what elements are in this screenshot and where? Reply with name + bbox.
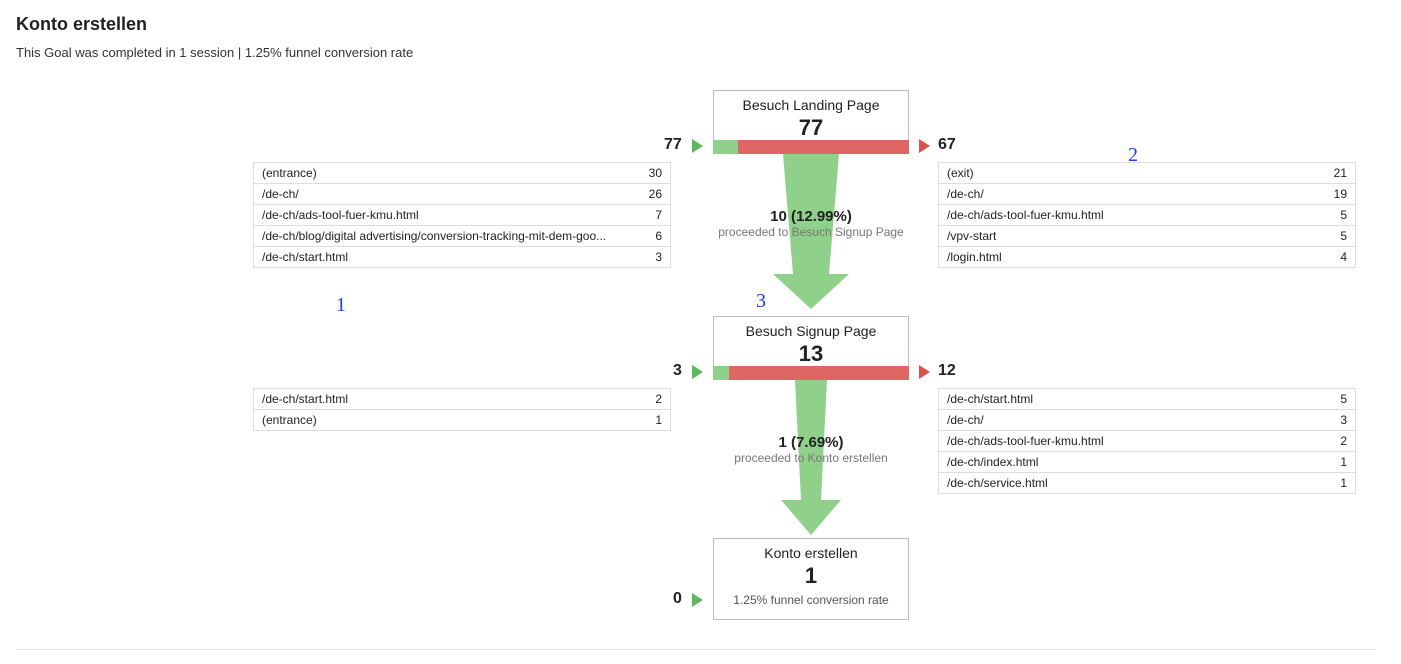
step-1-in-count: 77 (664, 136, 682, 154)
step-name: Konto erstellen (718, 545, 904, 561)
step-name: Besuch Landing Page (718, 97, 904, 113)
table-row[interactable]: /de-ch/start.html3 (254, 247, 670, 268)
page-title: Konto erstellen (16, 14, 1385, 35)
table-row[interactable]: /de-ch/3 (939, 410, 1355, 431)
funnel-step-2[interactable]: Besuch Signup Page 13 (713, 316, 909, 370)
step-1-out-count: 67 (938, 136, 956, 154)
funnel-step-1[interactable]: Besuch Landing Page 77 (713, 90, 909, 144)
flow-sub: proceeded to Konto erstellen (713, 451, 909, 465)
flow-main: 10 (12.99%) (713, 208, 909, 225)
chevron-right-red-icon (919, 365, 930, 379)
table-row[interactable]: /de-ch/ads-tool-fuer-kmu.html5 (939, 205, 1355, 226)
table-row[interactable]: /de-ch/ads-tool-fuer-kmu.html2 (939, 431, 1355, 452)
table-row[interactable]: (exit)21 (939, 163, 1355, 184)
annotation-1: 1 (336, 294, 346, 317)
table-row[interactable]: /de-ch/index.html1 (939, 452, 1355, 473)
step-2-flow-label: 1 (7.69%) proceeded to Konto erstellen (713, 434, 909, 465)
step-count: 1 (718, 563, 904, 589)
chevron-right-red-icon (919, 139, 930, 153)
annotation-3: 3 (756, 290, 766, 313)
step-1-flow-label: 10 (12.99%) proceeded to Besuch Signup P… (713, 208, 909, 239)
step-3-in-count: 0 (673, 590, 682, 608)
table-row[interactable]: /vpv-start5 (939, 226, 1355, 247)
table-row[interactable]: /de-ch/26 (254, 184, 670, 205)
bar-green (713, 140, 738, 154)
annotation-2: 2 (1128, 144, 1138, 167)
table-row[interactable]: /de-ch/blog/digital advertising/conversi… (254, 226, 670, 247)
step-2-out-table[interactable]: /de-ch/start.html5 /de-ch/3 /de-ch/ads-t… (938, 388, 1356, 494)
step-2-out-count: 12 (938, 362, 956, 380)
chevron-right-green-icon (692, 365, 703, 379)
table-row[interactable]: (entrance)30 (254, 163, 670, 184)
step-count: 13 (718, 341, 904, 367)
bar-red (729, 366, 909, 380)
step-1-in-table[interactable]: (entrance)30 /de-ch/26 /de-ch/ads-tool-f… (253, 162, 671, 268)
bar-green (713, 366, 729, 380)
step-1-out-table[interactable]: (exit)21 /de-ch/19 /de-ch/ads-tool-fuer-… (938, 162, 1356, 268)
chevron-right-green-icon (692, 139, 703, 153)
table-row[interactable]: /de-ch/start.html2 (254, 389, 670, 410)
step-footer: 1.25% funnel conversion rate (718, 593, 904, 607)
table-row[interactable]: /de-ch/19 (939, 184, 1355, 205)
flow-main: 1 (7.69%) (713, 434, 909, 451)
step-2-in-count: 3 (673, 362, 682, 380)
chevron-right-green-icon (692, 593, 703, 607)
step-count: 77 (718, 115, 904, 141)
table-row[interactable]: (entrance)1 (254, 410, 670, 431)
table-row[interactable]: /de-ch/start.html5 (939, 389, 1355, 410)
funnel-canvas: Besuch Landing Page 77 77 67 10 (12.99%)… (16, 80, 1376, 650)
bar-red (738, 140, 909, 154)
step-2-bar (713, 366, 909, 380)
funnel-step-3[interactable]: Konto erstellen 1 1.25% funnel conversio… (713, 538, 909, 620)
step-name: Besuch Signup Page (718, 323, 904, 339)
table-row[interactable]: /login.html4 (939, 247, 1355, 268)
table-row[interactable]: /de-ch/service.html1 (939, 473, 1355, 494)
page-subtitle: This Goal was completed in 1 session | 1… (16, 45, 1385, 60)
step-1-bar (713, 140, 909, 154)
flow-sub: proceeded to Besuch Signup Page (713, 225, 909, 239)
table-row[interactable]: /de-ch/ads-tool-fuer-kmu.html7 (254, 205, 670, 226)
step-2-in-table[interactable]: /de-ch/start.html2 (entrance)1 (253, 388, 671, 431)
